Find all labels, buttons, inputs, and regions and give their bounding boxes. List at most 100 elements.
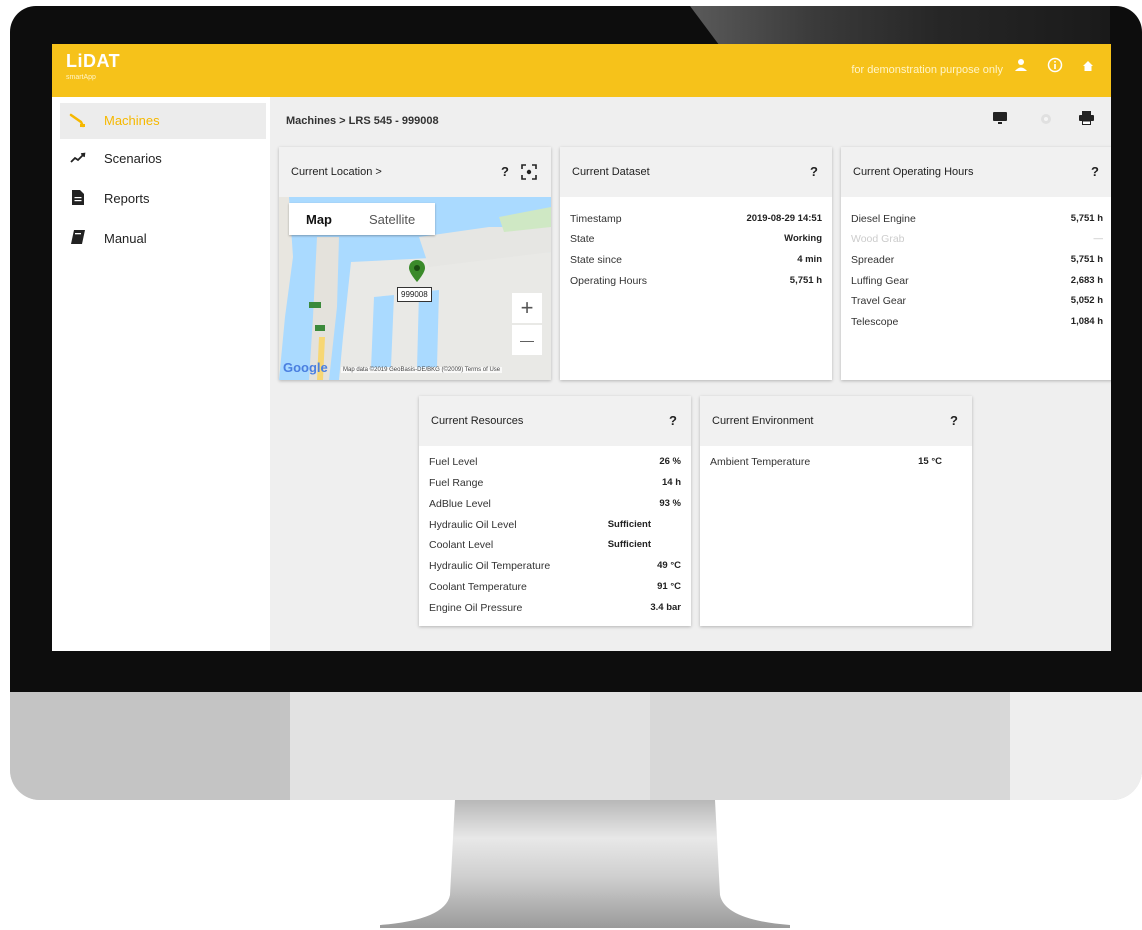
zoom-out-button[interactable]: — bbox=[512, 325, 542, 355]
row-value: 91 °C bbox=[657, 581, 681, 592]
row-value: 26 % bbox=[659, 456, 681, 467]
zoom-in-button[interactable]: + bbox=[512, 293, 542, 323]
sidebar-item-label: Scenarios bbox=[104, 151, 162, 166]
row-value: 5,751 h bbox=[789, 275, 822, 286]
sidebar-item-reports[interactable]: Reports bbox=[60, 181, 266, 217]
row-value: 93 % bbox=[659, 498, 681, 509]
data-row: Diesel Engine 5,751 h bbox=[851, 213, 1103, 233]
focus-icon[interactable] bbox=[521, 164, 537, 180]
sidebar-item-machines[interactable]: Machines bbox=[60, 103, 266, 139]
row-value: 2019-08-29 14:51 bbox=[746, 213, 822, 224]
sidebar-item-label: Machines bbox=[104, 113, 160, 128]
app-logo-subtitle: smartApp bbox=[66, 74, 96, 81]
row-label: Diesel Engine bbox=[851, 213, 916, 225]
help-icon[interactable]: ? bbox=[1091, 164, 1099, 179]
row-value: 5,052 h bbox=[1070, 295, 1103, 306]
help-icon[interactable]: ? bbox=[501, 164, 509, 179]
data-row: Fuel Range 14 h bbox=[429, 477, 681, 497]
top-bar: LiDAT smartApp for demonstration purpose… bbox=[52, 44, 1111, 97]
app-logo[interactable]: LiDAT bbox=[66, 51, 120, 72]
row-label: Telescope bbox=[851, 316, 899, 328]
row-label: Coolant Temperature bbox=[429, 581, 527, 593]
data-row: Telescope 1,084 h bbox=[851, 316, 1103, 336]
print-icon[interactable] bbox=[1076, 110, 1096, 130]
data-row: Timestamp 2019-08-29 14:51 bbox=[570, 213, 822, 233]
card-header: Current Operating Hours ? bbox=[841, 147, 1111, 197]
help-icon[interactable]: ? bbox=[669, 413, 677, 428]
book-icon bbox=[68, 230, 88, 248]
card-header: Current Resources ? bbox=[419, 396, 691, 446]
sidebar-item-label: Reports bbox=[104, 191, 150, 206]
sidebar-item-scenarios[interactable]: Scenarios bbox=[60, 141, 266, 177]
map-marker-icon[interactable] bbox=[409, 260, 425, 282]
row-label: Engine Oil Pressure bbox=[429, 602, 523, 614]
breadcrumb[interactable]: Machines > LRS 545 - 999008 bbox=[286, 115, 439, 127]
sidebar-item-manual[interactable]: Manual bbox=[60, 221, 266, 257]
row-value: 49 °C bbox=[657, 560, 681, 571]
row-label: State bbox=[570, 233, 595, 245]
row-label: Operating Hours bbox=[570, 275, 648, 287]
data-row: Ambient Temperature 15 °C bbox=[710, 456, 942, 476]
dataset-card: Current Dataset ? Timestamp 2019-08-29 14… bbox=[560, 147, 832, 380]
google-logo: Google bbox=[283, 360, 328, 375]
row-value: 5,751 h bbox=[1070, 254, 1103, 265]
row-value: 15 °C bbox=[918, 456, 942, 467]
row-value: — bbox=[1093, 233, 1104, 244]
user-icon[interactable] bbox=[1010, 57, 1032, 79]
map-attribution: Map data ©2019 GeoBasis-DE/BKG (©2009) T… bbox=[341, 367, 503, 373]
home-icon[interactable] bbox=[1077, 57, 1099, 79]
data-row: Travel Gear 5,052 h bbox=[851, 295, 1103, 315]
data-row: Coolant Level Sufficient bbox=[429, 539, 681, 559]
card-header: Current Dataset ? bbox=[560, 147, 832, 197]
row-value: 2,683 h bbox=[1070, 275, 1103, 286]
data-row: Luffing Gear 2,683 h bbox=[851, 275, 1103, 295]
operating-hours-card: Current Operating Hours ? Diesel Engine 5… bbox=[841, 147, 1111, 380]
help-icon[interactable]: ? bbox=[810, 164, 818, 179]
row-label: Travel Gear bbox=[851, 295, 907, 307]
location-card: Current Location > ? Map Satellite 99900… bbox=[279, 147, 551, 380]
row-value: 3.4 bar bbox=[650, 602, 681, 613]
card-title[interactable]: Current Location > bbox=[291, 166, 382, 178]
app-screen: LiDAT smartApp for demonstration purpose… bbox=[52, 44, 1111, 651]
monitor-chin bbox=[10, 692, 1142, 800]
row-value: 14 h bbox=[661, 477, 681, 488]
info-icon[interactable] bbox=[1044, 57, 1066, 79]
record-icon[interactable] bbox=[1036, 110, 1056, 130]
card-header: Current Environment ? bbox=[700, 396, 972, 446]
row-label: Coolant Level bbox=[429, 539, 494, 551]
card-title: Current Dataset bbox=[572, 166, 650, 178]
trend-icon bbox=[68, 150, 88, 168]
satellite-tab[interactable]: Satellite bbox=[369, 212, 415, 227]
row-label: AdBlue Level bbox=[429, 498, 491, 510]
row-label: Spreader bbox=[851, 254, 895, 266]
row-value: 1,084 h bbox=[1070, 316, 1103, 327]
crane-icon bbox=[68, 112, 88, 130]
help-icon[interactable]: ? bbox=[950, 413, 958, 428]
row-label: Ambient Temperature bbox=[710, 456, 811, 468]
data-row: Hydraulic Oil Level Sufficient bbox=[429, 519, 681, 539]
map-tab[interactable]: Map bbox=[306, 212, 332, 227]
data-row: Coolant Temperature 91 °C bbox=[429, 581, 681, 601]
row-label: Wood Grab bbox=[851, 233, 905, 245]
sidebar-item-label: Manual bbox=[104, 231, 147, 246]
map-marker-label: 999008 bbox=[397, 287, 432, 302]
data-row: Spreader 5,751 h bbox=[851, 254, 1103, 274]
row-value: Sufficient bbox=[607, 519, 651, 530]
card-title: Current Operating Hours bbox=[853, 166, 974, 178]
row-label: Fuel Level bbox=[429, 456, 478, 468]
row-label: Hydraulic Oil Level bbox=[429, 519, 517, 531]
card-title: Current Resources bbox=[431, 415, 524, 427]
data-row: Hydraulic Oil Temperature 49 °C bbox=[429, 560, 681, 580]
row-label: Timestamp bbox=[570, 213, 622, 225]
monitor-stand bbox=[380, 800, 790, 928]
location-map[interactable]: Map Satellite 999008 + — Google Map data… bbox=[279, 197, 551, 380]
monitor-icon[interactable] bbox=[990, 110, 1010, 130]
demo-notice: for demonstration purpose only bbox=[851, 64, 1003, 76]
document-icon bbox=[68, 190, 88, 208]
sidebar: Machines Scenarios Reports Manual bbox=[52, 97, 270, 651]
card-title: Current Environment bbox=[712, 415, 814, 427]
data-row: Operating Hours 5,751 h bbox=[570, 275, 822, 295]
data-row: State since 4 min bbox=[570, 254, 822, 274]
data-row: State Working bbox=[570, 233, 822, 253]
row-label: Luffing Gear bbox=[851, 275, 909, 287]
